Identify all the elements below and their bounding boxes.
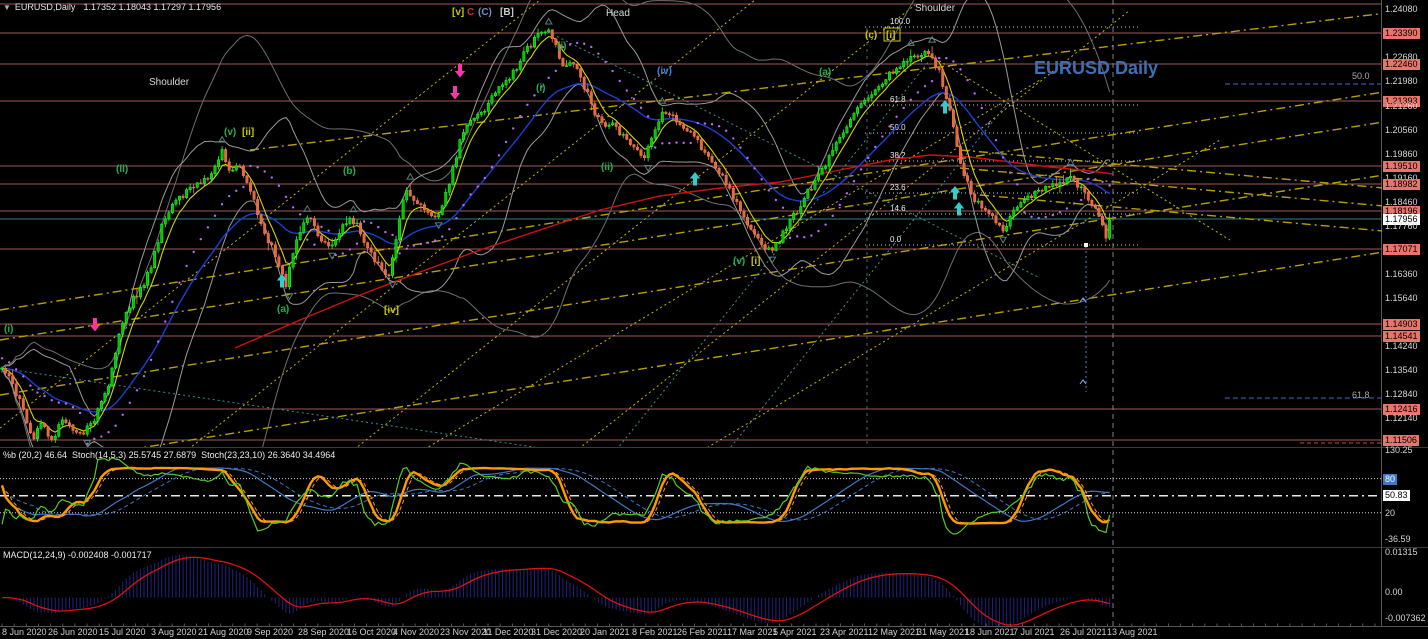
date-axis-label: 5 Apr 2021 <box>773 627 817 637</box>
wave-label: (iv) <box>657 66 672 77</box>
wave-label: C <box>467 7 474 18</box>
date-axis-label: 20 Jan 2021 <box>580 627 630 637</box>
date-axis-label: 17 Mar 2021 <box>727 627 778 637</box>
panel-frame <box>0 0 1428 639</box>
axis-price-label: 1.14240 <box>1385 341 1418 352</box>
axis-price-label: 130.25 <box>1385 445 1413 456</box>
fib-level-label: 14.6 <box>890 204 906 213</box>
date-axis-label: 3 Aug 2020 <box>151 627 197 637</box>
fib-extension-label: 50.0 <box>1352 71 1370 81</box>
wave-label: (v) <box>733 256 745 267</box>
date-axis-label: 16 Oct 2020 <box>347 627 396 637</box>
axis-price-label: 1.18982 <box>1383 179 1420 190</box>
fib-level-label: 23.6 <box>890 183 906 192</box>
axis-price-label: 1.17760 <box>1385 221 1418 232</box>
wave-label: (C) <box>478 7 492 18</box>
axis-price-label: 1.24080 <box>1385 4 1418 15</box>
wave-label: [ii] <box>242 127 254 138</box>
wave-label: [i] <box>751 256 760 267</box>
chart-symbol-period: EURUSD,Daily <box>15 2 76 12</box>
label-right-shoulder: Shoulder <box>915 3 955 14</box>
axis-price-label: 1.22460 <box>1383 59 1420 70</box>
axis-price-label: 1.19510 <box>1383 161 1420 172</box>
axis-price-label: 1.15640 <box>1385 293 1418 304</box>
date-axis-label: 7 Jul 2021 <box>1013 627 1055 637</box>
label-left-shoulder: Shoulder <box>149 77 189 88</box>
date-axis-label: 15 Jul 2020 <box>99 627 146 637</box>
date-axis-label: 8 Feb 2021 <box>632 627 678 637</box>
wave-label: [iv] <box>384 305 399 316</box>
date-axis[interactable]: 8 Jun 202026 Jun 202015 Jul 2020 3 Aug 20… <box>0 627 1382 639</box>
fib-level-label: 0.0 <box>890 235 902 244</box>
wave-label: [i] <box>886 30 895 41</box>
date-axis-label: 11 Dec 2020 <box>483 627 533 637</box>
fib-level-label: 50.0 <box>890 123 906 132</box>
axis-price-label: 0.01315 <box>1385 547 1418 558</box>
axis-price-label: 1.21980 <box>1385 76 1418 87</box>
date-axis-label: 9 Sep 2020 <box>247 627 293 637</box>
axis-price-label: 1.20560 <box>1385 125 1418 136</box>
axis-price-label: 1.13540 <box>1385 365 1418 376</box>
symbol-dropdown-icon[interactable]: ▼ <box>3 3 11 12</box>
date-axis-label: 31 May 2021 <box>917 627 969 637</box>
date-axis-label: 18 Jun 2021 <box>965 627 1015 637</box>
chart-title-bar: ▼ EURUSD,Daily 1.17352 1.18043 1.17297 1.1… <box>3 2 221 12</box>
date-axis-label: 26 Jun 2020 <box>48 627 98 637</box>
price-chart-canvas[interactable]: 100.061.850.038.223.614.60.050.061.8(i)(… <box>0 0 1428 639</box>
wave-label: (a) <box>819 67 831 78</box>
wave-label: (i) <box>536 83 545 94</box>
wave-label: [v] <box>452 7 464 18</box>
axis-price-label: 80 <box>1383 474 1397 485</box>
wave-label: (i) <box>4 324 13 335</box>
date-axis-label: 31 Dec 2020 <box>531 627 582 637</box>
wave-label: (v) <box>224 127 236 138</box>
axis-price-label: 1.12840 <box>1385 389 1418 400</box>
label-head: Head <box>606 8 630 19</box>
wave-label: (a) <box>277 304 289 315</box>
fib-anchor-square <box>1084 243 1088 247</box>
axis-price-label: 0.00 <box>1385 587 1403 598</box>
axis-price-label: 1.21260 <box>1385 101 1418 112</box>
wave-label: (ii) <box>601 162 613 173</box>
wave-label: (c) <box>865 30 877 41</box>
date-axis-label: 28 Sep 2020 <box>298 627 349 637</box>
axis-price-label: 1.23390 <box>1383 28 1420 39</box>
axis-price-label: 50.83 <box>1383 490 1410 501</box>
stochastic-indicator-label: %b (20,2) 46.64 Stoch(14,5,3) 25.5745 27… <box>3 450 335 460</box>
wave-label: [B] <box>500 7 514 18</box>
axis-price-label: 20 <box>1385 508 1395 519</box>
axis-price-label: -36.59 <box>1385 534 1411 545</box>
date-axis-label: 21 Aug 2020 <box>198 627 249 637</box>
date-axis-label: 13 Aug 2021 <box>1107 627 1158 637</box>
mt4-chart-window: 100.061.850.038.223.614.60.050.061.8(i)(… <box>0 0 1428 639</box>
axis-price-label: 1.19860 <box>1385 149 1418 160</box>
date-axis-label: 8 Jun 2020 <box>2 627 47 637</box>
date-axis-label: 26 Jul 2021 <box>1060 627 1107 637</box>
axis-price-label: -0.007362 <box>1385 613 1426 624</box>
macd-indicator-label: MACD(12,24,9) -0.002408 -0.001717 <box>3 550 152 560</box>
wave-label: (ii) <box>116 164 128 175</box>
date-axis-label: 12 May 2021 <box>868 627 920 637</box>
date-axis-label: 26 Feb 2021 <box>677 627 728 637</box>
chart-watermark: EURUSD Daily <box>1034 58 1158 79</box>
price-axis[interactable]: 1.240801.233901.226801.224601.219801.213… <box>1382 0 1428 627</box>
fib-level-label: 61.8 <box>890 95 906 104</box>
axis-price-label: 1.12140 <box>1385 413 1418 424</box>
axis-price-label: 1.14903 <box>1383 319 1420 330</box>
wave-label: (i) <box>557 41 566 52</box>
axis-price-label: 1.16360 <box>1385 269 1418 280</box>
axis-price-label: 1.17071 <box>1383 244 1420 255</box>
wave-label: (b) <box>343 166 356 177</box>
chart-ohlc-values: 1.17352 1.18043 1.17297 1.17956 <box>83 2 221 12</box>
date-axis-label: 23 Apr 2021 <box>820 627 869 637</box>
date-axis-label: 4 Nov 2020 <box>393 627 439 637</box>
fib-extension-label: 61.8 <box>1352 390 1370 400</box>
